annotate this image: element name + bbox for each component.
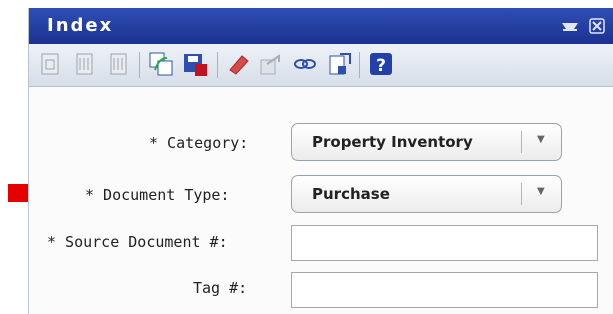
link-icon[interactable]	[291, 50, 319, 78]
help-icon[interactable]: ?	[367, 50, 395, 78]
document-ruler-icon[interactable]	[71, 50, 99, 78]
document-ruler-icon[interactable]	[105, 50, 133, 78]
help-icon-label: ?	[376, 56, 386, 76]
document-type-value: Purchase	[312, 185, 390, 203]
share-icon[interactable]	[257, 50, 285, 78]
toolbar-separator	[359, 52, 360, 78]
close-icon[interactable]	[589, 18, 605, 34]
source-document-label: * Source Document #:	[47, 233, 228, 251]
index-panel: Index ? * Category: Property Inventory ▼…	[28, 8, 613, 314]
select-divider	[521, 131, 522, 153]
page-icon[interactable]	[37, 50, 65, 78]
refresh-icon[interactable]	[147, 50, 175, 78]
window-title: Index	[47, 15, 114, 36]
category-value: Property Inventory	[312, 133, 473, 151]
chevron-down-icon: ▼	[537, 186, 545, 197]
export-icon[interactable]	[325, 50, 353, 78]
eraser-icon[interactable]	[225, 50, 253, 78]
category-select[interactable]: Property Inventory ▼	[291, 123, 562, 161]
pin-icon[interactable]	[560, 18, 580, 34]
save-icon[interactable]	[181, 50, 209, 78]
document-type-label: * Document Type:	[85, 186, 230, 204]
chevron-down-icon: ▼	[537, 134, 545, 145]
document-type-select[interactable]: Purchase ▼	[291, 175, 562, 213]
source-document-input[interactable]	[291, 225, 598, 261]
toolbar-separator	[139, 52, 140, 78]
title-bar: Index	[29, 8, 613, 44]
tag-label: Tag #:	[193, 279, 248, 297]
select-divider	[521, 183, 522, 205]
category-label: * Category:	[149, 134, 249, 152]
toolbar: ?	[29, 44, 613, 87]
tag-input[interactable]	[291, 272, 598, 308]
toolbar-separator	[217, 52, 218, 78]
